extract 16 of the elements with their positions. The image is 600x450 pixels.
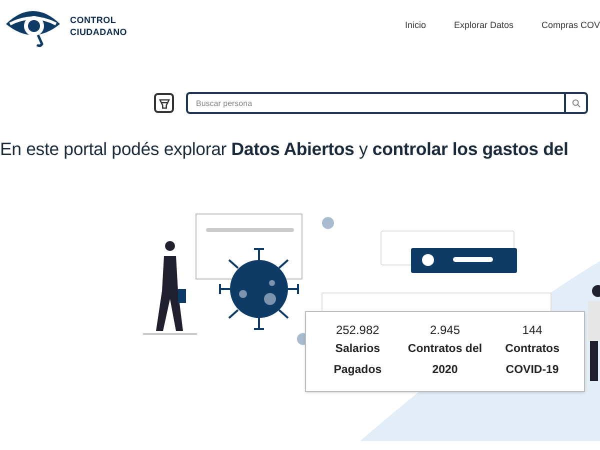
stat-label: Contratos del 2020	[406, 342, 484, 378]
stat-label: Contratos COVID-19	[504, 342, 560, 378]
nav-link[interactable]: Inicio	[404, 19, 426, 33]
search-icon	[572, 98, 580, 108]
headline: En este portal podés explorar Datos Abiertos y controlar los gastos del	[0, 138, 570, 161]
filter-button[interactable]	[154, 93, 174, 113]
funnel-icon	[158, 98, 170, 108]
search-field[interactable]: Buscar persona	[186, 92, 564, 114]
stat-value: 252.982	[336, 322, 380, 340]
logo-text: CONTROL CIUDADANO	[70, 14, 128, 38]
nav-link[interactable]: Explorar Datos	[454, 19, 514, 33]
stat-value: 2.945	[430, 322, 460, 340]
stat-value: 144	[522, 322, 542, 340]
stat-label: Salarios Pagados	[332, 342, 383, 378]
nav-link[interactable]: Compras COV	[541, 19, 600, 33]
search-button[interactable]	[564, 92, 588, 114]
